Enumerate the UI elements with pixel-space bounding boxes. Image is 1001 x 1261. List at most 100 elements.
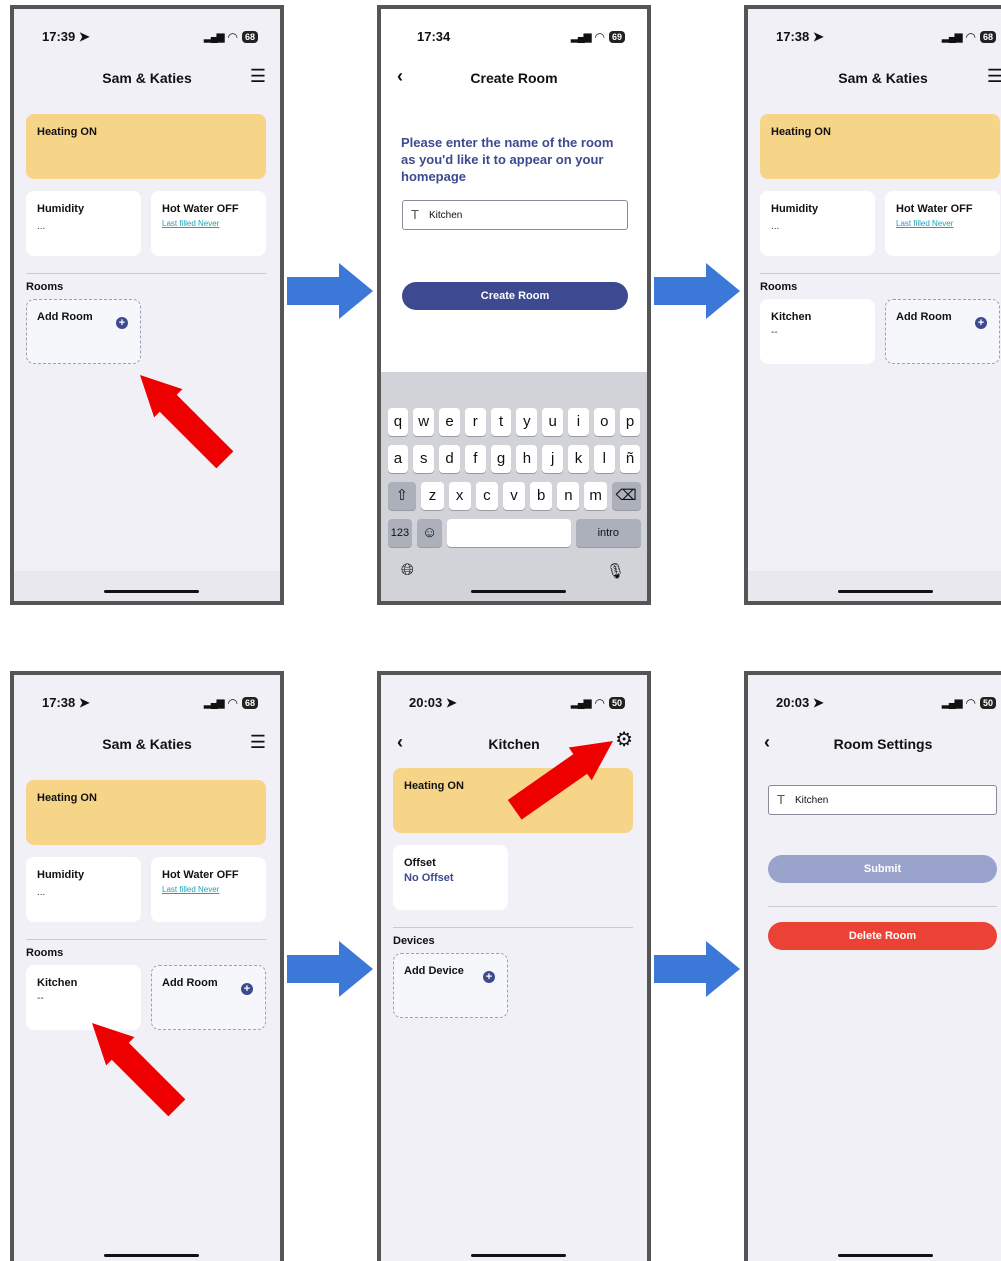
key[interactable]: n [557,482,580,510]
room-card-kitchen[interactable]: Kitchen -- [760,299,875,364]
battery-icon: 68 [241,697,258,709]
key[interactable]: g [490,445,512,473]
numbers-key[interactable]: 123 [387,519,413,547]
space-key[interactable] [447,519,572,547]
screen-home-select-kitchen: 17:38 ➤ ▂▄▆ ◠ 68 Sam & Katies ☰ Heating ON… [10,671,284,1261]
emoji-key-icon[interactable]: ☺ [417,519,443,547]
status-time: 20:03 ➤ [776,695,824,710]
menu-icon[interactable]: ☰ [250,733,266,751]
submit-button[interactable]: Submit [768,855,997,883]
keyboard-row-1: q w e r t y u i o p [385,408,643,436]
key[interactable]: o [593,408,615,436]
screen-home-empty: 17:39 ➤ ▂▄▆ ◠ 68 Sam & Katies ☰ Heating ON… [10,5,284,605]
add-room-card[interactable]: Add Room + [885,299,1000,364]
key[interactable]: i [568,408,589,436]
key[interactable]: w [413,408,435,436]
screen-create-room: 17:34 ▂▄▆ ◠ 69 ‹ Create Room Please enter … [377,5,651,605]
humidity-card[interactable]: Humidity ... [760,191,875,256]
key[interactable]: r [464,408,486,436]
shift-key-icon[interactable]: ⇧ [387,482,417,510]
plus-icon: + [116,317,128,329]
divider [26,939,266,940]
signal-icon: ▂▄▆ [942,31,962,43]
humidity-title: Humidity [37,869,85,881]
humidity-value: ... [771,221,780,232]
room-name-input[interactable]: T Kitchen [402,200,628,230]
key[interactable]: q [387,408,409,436]
menu-icon[interactable]: ☰ [987,67,1001,85]
rooms-label: Rooms [760,281,798,293]
text-field-icon: T [777,792,785,807]
add-room-card[interactable]: Add Room + [151,965,266,1030]
signal-icon: ▂▄▆ [571,31,591,43]
key[interactable]: j [542,445,564,473]
hot-water-card[interactable]: Hot Water OFF Last filled Never [885,191,1000,256]
return-key[interactable]: intro [576,519,641,547]
hot-water-card[interactable]: Hot Water OFF Last filled Never [151,191,266,256]
key[interactable]: v [502,482,526,510]
last-filled-link[interactable]: Last filled Never [162,885,219,894]
wifi-icon: ◠ [227,30,238,44]
signal-icon: ▂▄▆ [204,697,224,709]
key[interactable]: m [584,482,607,510]
hot-water-title: Hot Water OFF [896,203,973,215]
heating-card[interactable]: Heating ON [26,780,266,845]
humidity-card[interactable]: Humidity ... [26,191,141,256]
heating-status: Heating ON [404,780,464,792]
status-time: 17:34 [417,29,451,44]
key[interactable]: z [421,482,444,510]
key[interactable]: x [448,482,471,510]
microphone-icon[interactable]: 🎙︎ [606,562,625,580]
offset-card[interactable]: Offset No Offset [393,845,508,910]
key[interactable]: e [439,408,460,436]
key[interactable]: y [516,408,538,436]
status-time: 20:03 ➤ [409,695,457,710]
room-card-kitchen[interactable]: Kitchen -- [26,965,141,1030]
divider [393,927,633,928]
add-room-label: Add Room [896,311,952,323]
key[interactable]: b [530,482,553,510]
key[interactable]: s [413,445,435,473]
signal-icon: ▂▄▆ [571,697,591,709]
globe-icon[interactable]: 🌐︎ [401,562,414,580]
key[interactable]: a [387,445,409,473]
flow-arrow [654,263,740,319]
signal-icon: ▂▄▆ [942,697,962,709]
keyboard-row-2: a s d f g h j k l ñ [385,445,643,473]
key[interactable]: ñ [619,445,641,473]
heating-card[interactable]: Heating ON [26,114,266,179]
menu-icon[interactable]: ☰ [250,67,266,85]
bottom-strip [14,571,280,601]
home-indicator [104,1254,199,1257]
key[interactable]: t [490,408,512,436]
humidity-title: Humidity [771,203,819,215]
room-name-input[interactable]: T Kitchen [768,785,997,815]
key[interactable]: c [475,482,498,510]
key[interactable]: p [619,408,641,436]
delete-room-button[interactable]: Delete Room [768,922,997,950]
create-room-button[interactable]: Create Room [402,282,628,310]
backspace-key-icon[interactable]: ⌫ [611,482,641,510]
hot-water-title: Hot Water OFF [162,869,239,881]
status-bar: 17:34 ▂▄▆ ◠ 69 [381,29,647,49]
rooms-label: Rooms [26,281,64,293]
room-value: -- [37,993,44,1004]
flow-arrow [287,263,373,319]
key[interactable]: l [593,445,615,473]
last-filled-link[interactable]: Last filled Never [896,219,953,228]
key[interactable]: f [464,445,486,473]
hot-water-card[interactable]: Hot Water OFF Last filled Never [151,857,266,922]
status-time: 17:38 ➤ [776,29,824,44]
humidity-card[interactable]: Humidity ... [26,857,141,922]
add-room-card[interactable]: Add Room + [26,299,141,364]
add-device-card[interactable]: Add Device + [393,953,508,1018]
key[interactable]: k [568,445,589,473]
devices-label: Devices [393,935,435,947]
room-name: Kitchen [771,311,812,323]
key[interactable]: h [516,445,538,473]
room-name-value: Kitchen [795,795,829,806]
heating-card[interactable]: Heating ON [760,114,1000,179]
key[interactable]: u [542,408,564,436]
last-filled-link[interactable]: Last filled Never [162,219,219,228]
key[interactable]: d [439,445,460,473]
